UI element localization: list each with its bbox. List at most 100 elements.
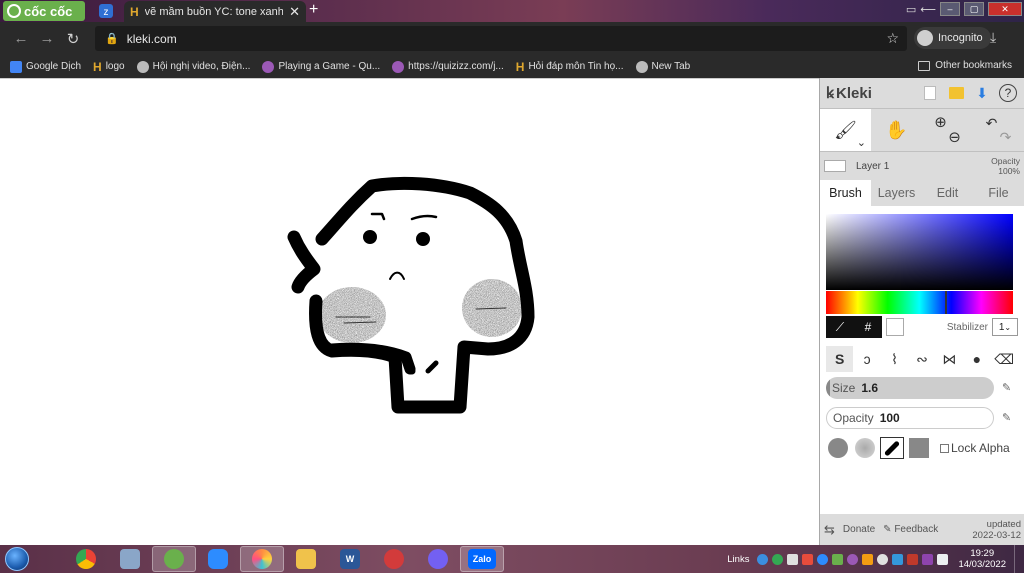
tray-icon[interactable] [802, 553, 814, 565]
feedback-link[interactable]: ✎ Feedback [883, 524, 938, 535]
eyedropper-button[interactable]: ⟋ [826, 316, 854, 338]
tab-edit[interactable]: Edit [922, 180, 973, 206]
smudge-brush-button[interactable]: ● [963, 346, 990, 372]
forward-icon[interactable]: → [34, 30, 60, 47]
tray-icon[interactable] [937, 553, 949, 565]
lock-alpha-checkbox[interactable]: Lock Alpha [940, 441, 1010, 455]
download-icon[interactable]: ⤓ [990, 29, 996, 46]
bookmark-star-icon[interactable]: ☆ [886, 30, 899, 47]
word-app[interactable]: W [328, 546, 372, 572]
preset-square[interactable] [907, 437, 931, 459]
paint-app[interactable] [108, 546, 152, 572]
eraser-button[interactable]: ⌫ [991, 346, 1018, 372]
blend-brush-button[interactable]: ↄ [853, 346, 880, 372]
stabilizer-select[interactable]: 1 ⌄ [992, 318, 1018, 336]
paint3d-app[interactable] [240, 546, 284, 572]
brush-tool-button[interactable]: 🖌 [820, 109, 871, 151]
tray-icon[interactable] [862, 553, 874, 565]
pen-brush-button[interactable]: S [826, 346, 854, 372]
bookmark-item[interactable]: Hlogo [93, 60, 125, 74]
chemy-brush-button[interactable]: ⋈ [936, 346, 963, 372]
viber-app[interactable] [416, 546, 460, 572]
undo-icon[interactable]: ↶ [986, 116, 998, 130]
sketchy-brush-button[interactable]: ⌇ [881, 346, 908, 372]
layer-row[interactable]: Layer 1 Opacity 100% [820, 152, 1024, 180]
help-icon[interactable]: ? [998, 83, 1018, 103]
minimize-button[interactable]: – [940, 2, 960, 16]
bookmark-item[interactable]: https://quizizz.com/j... [392, 60, 504, 73]
tray-icon[interactable] [772, 553, 784, 565]
chrome-icon [76, 549, 96, 569]
tray-icon[interactable] [922, 553, 934, 565]
reload-icon[interactable]: ↻ [60, 30, 86, 48]
opacity-slider[interactable]: Opacity 100 [826, 407, 994, 429]
bookmark-item[interactable]: Hội nghị video, Điện... [136, 60, 250, 73]
url-input[interactable]: 🔒 kleki.com ☆ [95, 26, 907, 51]
zoom-in-icon[interactable]: ⊕ [934, 115, 947, 130]
bookmark-item[interactable]: New Tab [635, 60, 690, 73]
zoom-app[interactable] [196, 546, 240, 572]
color-saturation-value-picker[interactable] [826, 214, 1013, 290]
hex-input-button[interactable]: # [854, 316, 882, 338]
preset-soft-round[interactable] [853, 437, 877, 459]
zoom-out-icon[interactable]: ⊖ [948, 130, 961, 145]
new-tab-button[interactable]: + [309, 1, 318, 19]
donate-link[interactable]: Donate [843, 524, 875, 535]
start-button[interactable] [0, 545, 34, 573]
coccoc-app[interactable] [152, 546, 196, 572]
tray-icon[interactable] [832, 553, 844, 565]
coccoc-brand-button[interactable]: cốc cốc [3, 1, 85, 21]
hue-slider-handle[interactable] [945, 291, 947, 314]
drawing-canvas[interactable] [0, 78, 819, 545]
tab-inactive[interactable]: z [97, 3, 119, 19]
pixel-brush-button[interactable]: ∾ [908, 346, 935, 372]
show-desktop-button[interactable] [1014, 545, 1020, 573]
back-icon[interactable]: ← [8, 30, 34, 47]
close-tab-icon[interactable]: ✕ [289, 4, 300, 20]
bookmark-item[interactable]: Playing a Game - Qu... [262, 60, 380, 73]
layer-thumbnail [824, 160, 846, 172]
save-download-icon[interactable]: ⬇ [972, 83, 992, 103]
close-window-button[interactable]: ✕ [988, 2, 1022, 16]
redo-icon[interactable]: ↷ [1000, 130, 1012, 144]
chrome-app[interactable] [64, 546, 108, 572]
tray-icon[interactable] [907, 553, 919, 565]
zalo-app[interactable]: Zalo [460, 546, 504, 572]
cast-icon[interactable]: ▭ [906, 3, 916, 16]
tray-icon[interactable] [817, 553, 829, 565]
explorer-app[interactable] [284, 546, 328, 572]
tray-icon[interactable] [892, 553, 904, 565]
opacity-pressure-toggle-icon[interactable]: ✎ [1002, 411, 1011, 424]
tab-file[interactable]: File [973, 180, 1024, 206]
bookmark-item[interactable]: Google Dịch [10, 60, 81, 73]
tab-layers[interactable]: Layers [871, 180, 922, 206]
back-arrow-icon[interactable]: ⟵ [920, 3, 936, 16]
brush-tool-icon: 🖌 [834, 119, 857, 140]
tray-icon[interactable] [847, 553, 859, 565]
new-file-icon[interactable] [920, 83, 940, 103]
tab-brush[interactable]: Brush [820, 180, 871, 206]
maximize-button[interactable]: ▢ [964, 2, 984, 16]
size-slider[interactable]: Size 1.6 [826, 377, 994, 399]
preset-hard-round[interactable] [826, 437, 850, 459]
tray-icon[interactable] [877, 553, 889, 565]
right-eye [416, 232, 430, 246]
bookmark-item[interactable]: H Hỏi đáp môn Tin họ... [516, 60, 624, 74]
preset-pen-stroke[interactable] [880, 437, 904, 459]
secondary-color-swatch[interactable] [886, 318, 904, 336]
hue-slider[interactable] [826, 291, 1013, 314]
links-toolbar[interactable]: Links [727, 554, 749, 565]
open-folder-icon[interactable] [946, 83, 966, 103]
swap-side-icon[interactable]: ⇆ [824, 522, 835, 538]
taskbar-clock[interactable]: 19:29 14/03/2022 [958, 548, 1006, 570]
kleki-logo[interactable]: ꝃ Kleki [826, 83, 914, 103]
tab-active[interactable]: H vẽ mầm buồn YC: tone xanh ✕ [124, 1, 306, 22]
tray-icon[interactable] [787, 553, 799, 565]
kleki-logo-icon: ꝃ [826, 85, 835, 102]
size-pressure-toggle-icon[interactable]: ✎ [1002, 381, 1011, 394]
incognito-badge[interactable]: Incognito [914, 27, 991, 49]
tray-icon[interactable] [757, 553, 769, 565]
antivirus-app[interactable] [372, 546, 416, 572]
other-bookmarks[interactable]: Other bookmarks [918, 60, 1012, 71]
hand-tool-button[interactable]: ✋ [871, 109, 922, 151]
